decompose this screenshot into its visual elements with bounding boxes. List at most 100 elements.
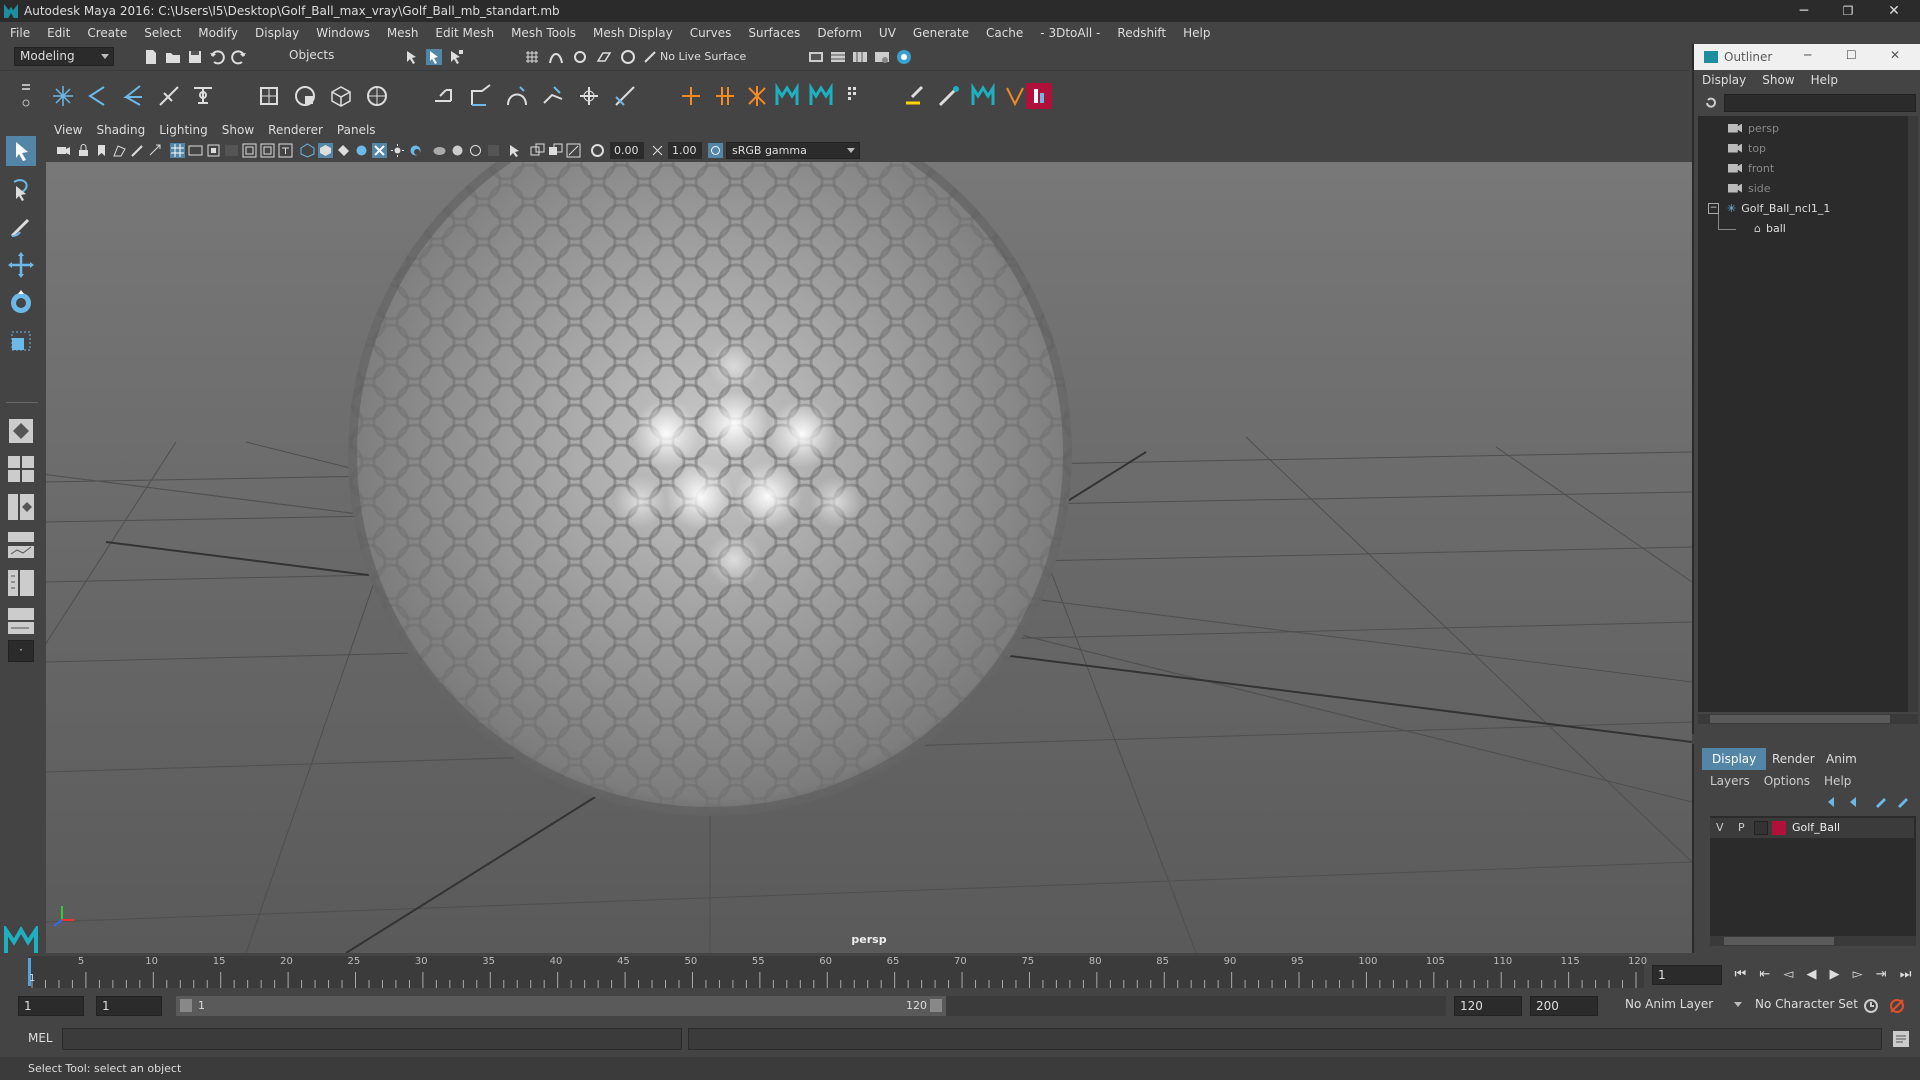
outliner-close-button[interactable]: ✕	[1890, 48, 1900, 62]
outliner-vertical-scrollbar[interactable]	[1908, 116, 1918, 712]
quad-draw-icon[interactable]	[744, 83, 770, 109]
step-back-key-icon[interactable]: ⇤	[1759, 967, 1770, 982]
vp-menu-panels[interactable]: Panels	[337, 123, 376, 137]
script-editor-icon[interactable]	[1892, 1030, 1910, 1048]
open-scene-icon[interactable]	[164, 48, 182, 66]
step-forward-frame-icon[interactable]: ▻	[1853, 967, 1863, 982]
vp-menu-renderer[interactable]: Renderer	[268, 123, 323, 137]
bridge-icon[interactable]	[504, 83, 530, 109]
ep-curve-icon[interactable]	[84, 83, 110, 109]
step-forward-key-icon[interactable]: ⇥	[1876, 967, 1887, 982]
layer-action-icons[interactable]	[1824, 794, 1916, 810]
menu-display[interactable]: Display	[255, 26, 299, 40]
shelf-menu-icon[interactable]	[20, 79, 32, 113]
layer-row-golf-ball[interactable]: V P Golf_Ball	[1710, 818, 1914, 838]
persp-graph-layout-icon[interactable]	[6, 530, 36, 560]
menu-uv[interactable]: UV	[879, 26, 896, 40]
menu-mesh[interactable]: Mesh	[387, 26, 419, 40]
timeline-ruler[interactable]: 1 5 10 15 20 25 30 35 40 45 50 55 60 65 70 75 80 85 90 95 1…	[28, 956, 1647, 988]
insert-edge-loop-icon[interactable]	[678, 83, 704, 109]
play-forward-icon[interactable]: ▶	[1830, 967, 1840, 982]
step-back-frame-icon[interactable]: ◅	[1783, 967, 1793, 982]
selection-mode-dropdown[interactable]: Objects	[284, 47, 374, 66]
maya-mash-icon[interactable]	[970, 83, 996, 109]
bezier-curve-icon[interactable]	[120, 83, 146, 109]
make-live-icon[interactable]	[620, 49, 636, 65]
paint-weights-icon[interactable]	[902, 83, 928, 109]
filter-refresh-icon[interactable]	[1704, 96, 1718, 110]
four-view-layout-icon[interactable]	[6, 454, 36, 484]
range-end-handle[interactable]	[930, 999, 942, 1012]
outliner-item-top[interactable]: top	[1728, 138, 1920, 158]
gamma-field[interactable]: 1.00	[668, 142, 702, 159]
poly-cube-select-icon[interactable]	[256, 83, 282, 109]
append-polygon-icon[interactable]	[540, 83, 566, 109]
close-button[interactable]: ✕	[1872, 0, 1916, 22]
outliner-item-persp[interactable]: persp	[1728, 118, 1920, 138]
outliner-menu-help[interactable]: Help	[1811, 73, 1838, 87]
command-input[interactable]	[62, 1028, 682, 1050]
depth-of-field-icon[interactable]	[486, 143, 501, 158]
isolate-select-icon[interactable]	[508, 143, 523, 158]
menu-modify[interactable]: Modify	[198, 26, 238, 40]
film-gate-icon[interactable]	[188, 143, 203, 158]
menu-help[interactable]: Help	[1183, 26, 1210, 40]
menu-redshift[interactable]: Redshift	[1117, 26, 1166, 40]
poly-cube-icon[interactable]	[328, 83, 354, 109]
outliner-menu-show[interactable]: Show	[1762, 73, 1794, 87]
bevel-icon[interactable]	[468, 83, 494, 109]
select-hierarchy-icon[interactable]	[404, 49, 420, 65]
poly-sphere-icon[interactable]	[292, 83, 318, 109]
menu-create[interactable]: Create	[87, 26, 127, 40]
menu-edit[interactable]: Edit	[47, 26, 70, 40]
hypershade-layout-icon[interactable]	[6, 568, 36, 598]
multi-cut-icon[interactable]	[576, 83, 602, 109]
bookmark-icon[interactable]	[94, 143, 109, 158]
layer-playback-toggle[interactable]: P	[1738, 821, 1745, 834]
anim-end-field[interactable]: 200	[1530, 996, 1598, 1016]
outliner-layout-icon[interactable]	[6, 606, 36, 636]
auto-key-icon[interactable]	[1862, 997, 1880, 1015]
save-scene-icon[interactable]	[186, 48, 204, 66]
menu-cache[interactable]: Cache	[986, 26, 1023, 40]
menu-mesh-tools[interactable]: Mesh Tools	[511, 26, 576, 40]
layer-horizontal-scrollbar[interactable]	[1710, 936, 1916, 946]
ambient-occlusion-icon[interactable]	[432, 143, 447, 158]
new-scene-icon[interactable]	[142, 48, 160, 66]
gate-mask-icon[interactable]	[224, 143, 239, 158]
menu-mesh-display[interactable]: Mesh Display	[593, 26, 673, 40]
lasso-tool-icon[interactable]	[6, 174, 36, 204]
restore-button[interactable]: ❐	[1826, 0, 1870, 22]
v-tool-icon[interactable]	[1002, 83, 1028, 109]
default-material-icon[interactable]	[336, 143, 351, 158]
xray-icon[interactable]	[372, 143, 387, 158]
dot-grid-icon[interactable]	[842, 83, 868, 109]
outliner-item-side[interactable]: side	[1728, 178, 1920, 198]
live-surface-label[interactable]: No Live Surface	[660, 50, 746, 63]
redo-icon[interactable]	[230, 48, 248, 66]
offset-edge-loop-icon[interactable]	[712, 83, 738, 109]
outliner-item-front[interactable]: front	[1728, 158, 1920, 178]
2d-pan-zoom-icon[interactable]	[148, 143, 163, 158]
scale-tool-icon[interactable]	[6, 326, 36, 356]
poly-cylinder-icon[interactable]	[364, 83, 390, 109]
outliner-item-ball[interactable]: ⌂ ball	[1754, 218, 1920, 238]
menu-curves[interactable]: Curves	[690, 26, 732, 40]
use-all-lights-icon[interactable]	[390, 143, 405, 158]
menu-surfaces[interactable]: Surfaces	[748, 26, 800, 40]
play-backward-icon[interactable]: ◀	[1806, 967, 1816, 982]
outliner-minimize-button[interactable]: ─	[1804, 48, 1811, 62]
sculpt-brush-icon[interactable]	[936, 83, 962, 109]
xray-components-icon[interactable]	[548, 143, 563, 158]
tab-display[interactable]: Display	[1702, 748, 1767, 770]
collapse-toggle-icon[interactable]: −	[1708, 202, 1719, 214]
toolbox-expand-button[interactable]: ·	[8, 640, 34, 662]
resolution-gate-icon[interactable]	[206, 143, 221, 158]
layer-color-swatch[interactable]	[1772, 821, 1786, 835]
perspective-viewport[interactable]: persp	[46, 162, 1692, 953]
maya-m-alt-icon[interactable]	[808, 83, 834, 109]
persp-outliner-layout-icon[interactable]	[6, 492, 36, 522]
anim-start-field[interactable]: 1	[18, 996, 84, 1016]
color-space-dropdown[interactable]: sRGB gamma	[726, 142, 860, 159]
current-frame-field[interactable]: 1	[1652, 965, 1722, 985]
